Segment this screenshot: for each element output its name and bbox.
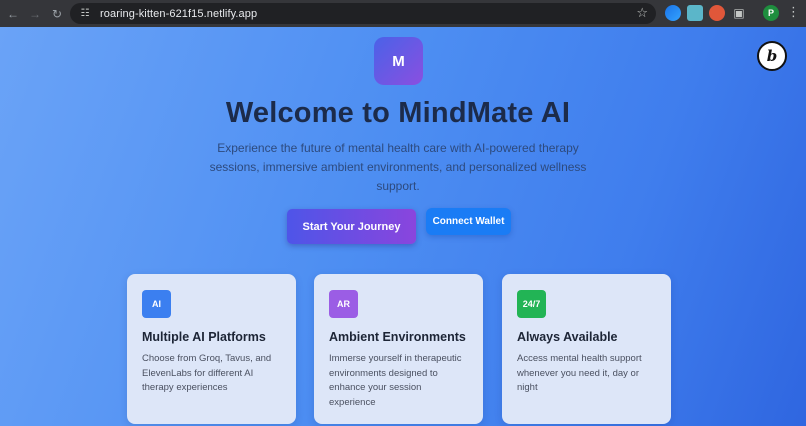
feature-description: Immerse yourself in therapeutic environm… [329,353,462,408]
hero-subtitle: Experience the future of mental health c… [209,141,587,193]
feature-description: Choose from Groq, Tavus, and ElevenLabs … [142,353,272,393]
feature-card-always-available: 24/7 Always Available Access mental heal… [502,274,671,424]
feature-title: Ambient Environments [329,330,466,344]
back-arrow-icon[interactable]: ← [2,3,24,25]
bookmark-star-icon[interactable]: ☆ [636,5,648,21]
start-journey-button[interactable]: Start Your Journey [287,209,416,244]
feature-card-ambient: AR Ambient Environments Immerse yourself… [314,274,483,424]
ar-badge-icon: AR [329,290,358,318]
feature-description: Access mental health support whenever yo… [517,353,642,393]
extension-blue-icon[interactable] [665,5,681,21]
feature-card-ai-platforms: AI Multiple AI Platforms Choose from Gro… [127,274,296,424]
app-logo: M [374,37,423,85]
connect-wallet-button[interactable]: Connect Wallet [426,208,511,235]
landing-page: M b Welcome to MindMate AI Experience th… [0,27,806,426]
site-info-icon[interactable]: ☷ [78,7,92,21]
feature-title: Multiple AI Platforms [142,330,266,344]
reload-icon[interactable]: ↻ [46,3,68,25]
url-text[interactable]: roaring-kitten-621f15.netlify.app [100,8,257,20]
corner-badge-logo[interactable]: b [757,41,787,71]
24-7-badge-icon: 24/7 [517,290,546,318]
profile-avatar[interactable]: P [763,5,779,21]
extension-fox-icon[interactable] [709,5,725,21]
feature-title: Always Available [517,330,618,344]
hero-title: Welcome to MindMate AI [225,97,571,129]
address-bar[interactable]: ☷ roaring-kitten-621f15.netlify.app ☆ [70,3,656,24]
browser-toolbar: ← → ↻ ☷ roaring-kitten-621f15.netlify.ap… [0,0,806,27]
forward-arrow-icon[interactable]: → [24,3,46,25]
ai-badge-icon: AI [142,290,171,318]
extensions-puzzle-icon[interactable]: ▣ [731,5,747,21]
extension-save-icon[interactable] [687,5,703,21]
kebab-menu-icon[interactable]: ⋮ [787,4,800,20]
